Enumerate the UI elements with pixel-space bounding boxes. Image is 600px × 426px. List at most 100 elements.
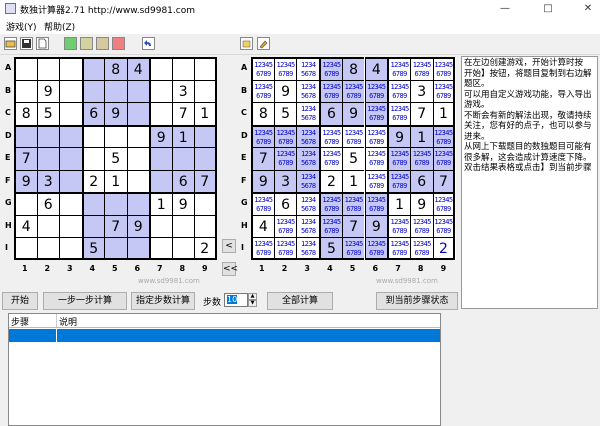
grid-cell[interactable] bbox=[149, 237, 172, 260]
grid-cell[interactable]: 1234 5678 bbox=[296, 192, 320, 215]
grid-cell[interactable] bbox=[59, 169, 82, 192]
grid-cell[interactable] bbox=[126, 102, 149, 125]
grid-cell[interactable] bbox=[171, 237, 194, 260]
color-tan-button[interactable] bbox=[96, 37, 109, 50]
grid-cell[interactable]: 6 bbox=[36, 192, 59, 215]
grid-cell[interactable]: 1234 5678 bbox=[296, 237, 320, 260]
copy-back-button[interactable]: < bbox=[222, 239, 236, 253]
grid-cell[interactable]: 12345 6789 bbox=[319, 192, 342, 215]
undo-icon[interactable] bbox=[142, 37, 155, 50]
grid-cell[interactable] bbox=[194, 124, 217, 147]
grid-cell[interactable]: 2 bbox=[432, 237, 456, 260]
steps-table[interactable]: 步骤 说明 bbox=[8, 313, 441, 426]
color-red-button[interactable] bbox=[112, 37, 125, 50]
grid-cell[interactable]: 9 bbox=[273, 79, 297, 102]
grid-cell[interactable]: 12345 6789 bbox=[251, 192, 274, 215]
puzzle-grid[interactable]: 8493856971917593216761947952 bbox=[14, 57, 217, 260]
grid-cell[interactable]: 12345 6789 bbox=[319, 124, 342, 147]
grid-cell[interactable] bbox=[104, 79, 127, 102]
grid-cell[interactable]: 12345 6789 bbox=[251, 57, 274, 80]
grid-cell[interactable] bbox=[14, 237, 37, 260]
grid-cell[interactable] bbox=[59, 57, 82, 80]
menu-game[interactable]: 游戏(Y) bbox=[6, 20, 37, 33]
grid-cell[interactable]: 1 bbox=[409, 124, 433, 147]
grid-cell[interactable]: 12345 6789 bbox=[364, 147, 388, 170]
calculate-all-button[interactable]: 全部计算 bbox=[267, 292, 333, 310]
grid-cell[interactable] bbox=[171, 57, 194, 80]
grid-cell[interactable]: 1234 5678 bbox=[296, 57, 320, 80]
grid-cell[interactable]: 12345 6789 bbox=[432, 79, 456, 102]
grid-cell[interactable]: 3 bbox=[409, 79, 433, 102]
grid-cell[interactable] bbox=[149, 147, 172, 170]
grid-cell[interactable]: 8 bbox=[341, 57, 365, 80]
grid-cell[interactable]: 2 bbox=[81, 169, 104, 192]
grid-cell[interactable] bbox=[126, 237, 149, 260]
grid-cell[interactable]: 1 bbox=[104, 169, 127, 192]
grid-cell[interactable]: 12345 6789 bbox=[387, 214, 410, 237]
grid-cell[interactable]: 12345 6789 bbox=[432, 192, 456, 215]
grid-cell[interactable]: 4 bbox=[126, 57, 149, 80]
grid-cell[interactable] bbox=[81, 79, 104, 102]
grid-cell[interactable]: 2 bbox=[319, 169, 342, 192]
grid-cell[interactable] bbox=[194, 192, 217, 215]
grid-cell[interactable]: 12345 6789 bbox=[251, 79, 274, 102]
grid-cell[interactable]: 7 bbox=[409, 102, 433, 125]
grid-cell[interactable]: 7 bbox=[171, 102, 194, 125]
grid-cell[interactable]: 1234 5678 bbox=[296, 214, 320, 237]
grid-cell[interactable]: 12345 6789 bbox=[387, 147, 410, 170]
clear-icon[interactable] bbox=[240, 37, 253, 50]
grid-cell[interactable]: 12345 6789 bbox=[319, 57, 342, 80]
grid-cell[interactable] bbox=[36, 147, 59, 170]
grid-cell[interactable]: 9 bbox=[149, 124, 172, 147]
close-icon[interactable]: ✕ bbox=[580, 1, 596, 17]
grid-cell[interactable] bbox=[59, 102, 82, 125]
grid-cell[interactable]: 8 bbox=[251, 102, 274, 125]
grid-cell[interactable]: 12345 6789 bbox=[251, 237, 274, 260]
grid-cell[interactable]: 4 bbox=[251, 214, 274, 237]
grid-cell[interactable]: 5 bbox=[273, 102, 297, 125]
grid-cell[interactable]: 12345 6789 bbox=[409, 237, 433, 260]
grid-cell[interactable]: 12345 6789 bbox=[432, 214, 456, 237]
grid-cell[interactable]: 12345 6789 bbox=[364, 102, 388, 125]
grid-cell[interactable]: 12345 6789 bbox=[341, 79, 365, 102]
grid-cell[interactable] bbox=[81, 57, 104, 80]
grid-cell[interactable]: 4 bbox=[364, 57, 388, 80]
grid-cell[interactable]: 1 bbox=[387, 192, 410, 215]
grid-cell[interactable] bbox=[36, 237, 59, 260]
grid-cell[interactable] bbox=[14, 57, 37, 80]
grid-cell[interactable]: 7 bbox=[341, 214, 365, 237]
grid-cell[interactable]: 1234 5678 bbox=[296, 147, 320, 170]
grid-cell[interactable]: 12345 6789 bbox=[409, 147, 433, 170]
grid-cell[interactable]: 9 bbox=[36, 79, 59, 102]
grid-cell[interactable]: 12345 6789 bbox=[273, 124, 297, 147]
grid-cell[interactable] bbox=[59, 192, 82, 215]
grid-cell[interactable] bbox=[36, 124, 59, 147]
grid-cell[interactable] bbox=[194, 57, 217, 80]
grid-cell[interactable] bbox=[14, 124, 37, 147]
grid-cell[interactable] bbox=[149, 214, 172, 237]
table-row[interactable] bbox=[9, 329, 440, 342]
solve-grid[interactable]: 12345 6789 12345 6789 1234 5678 12345 6789 8 4 123… bbox=[251, 57, 456, 260]
grid-cell[interactable]: 5 bbox=[81, 237, 104, 260]
grid-cell[interactable]: 6 bbox=[273, 192, 297, 215]
grid-cell[interactable] bbox=[104, 192, 127, 215]
grid-cell[interactable]: 1234 5678 bbox=[296, 102, 320, 125]
grid-cell[interactable]: 9 bbox=[251, 169, 274, 192]
steps-input[interactable]: 10 bbox=[224, 293, 248, 307]
grid-cell[interactable]: 12345 6789 bbox=[432, 57, 456, 80]
grid-cell[interactable]: 12345 6789 bbox=[364, 169, 388, 192]
grid-cell[interactable] bbox=[14, 192, 37, 215]
grid-cell[interactable]: 1 bbox=[341, 169, 365, 192]
grid-cell[interactable] bbox=[14, 79, 37, 102]
grid-cell[interactable]: 5 bbox=[104, 147, 127, 170]
grid-cell[interactable]: 12345 6789 bbox=[387, 57, 410, 80]
grid-cell[interactable]: 12345 6789 bbox=[273, 237, 297, 260]
grid-cell[interactable]: 8 bbox=[14, 102, 37, 125]
grid-cell[interactable]: 1234 5678 bbox=[296, 79, 320, 102]
grid-cell[interactable]: 1 bbox=[149, 192, 172, 215]
grid-cell[interactable] bbox=[149, 79, 172, 102]
grid-cell[interactable]: 12345 6789 bbox=[387, 79, 410, 102]
grid-cell[interactable]: 12345 6789 bbox=[387, 237, 410, 260]
grid-cell[interactable]: 12345 6789 bbox=[387, 102, 410, 125]
save-icon[interactable] bbox=[20, 37, 33, 50]
